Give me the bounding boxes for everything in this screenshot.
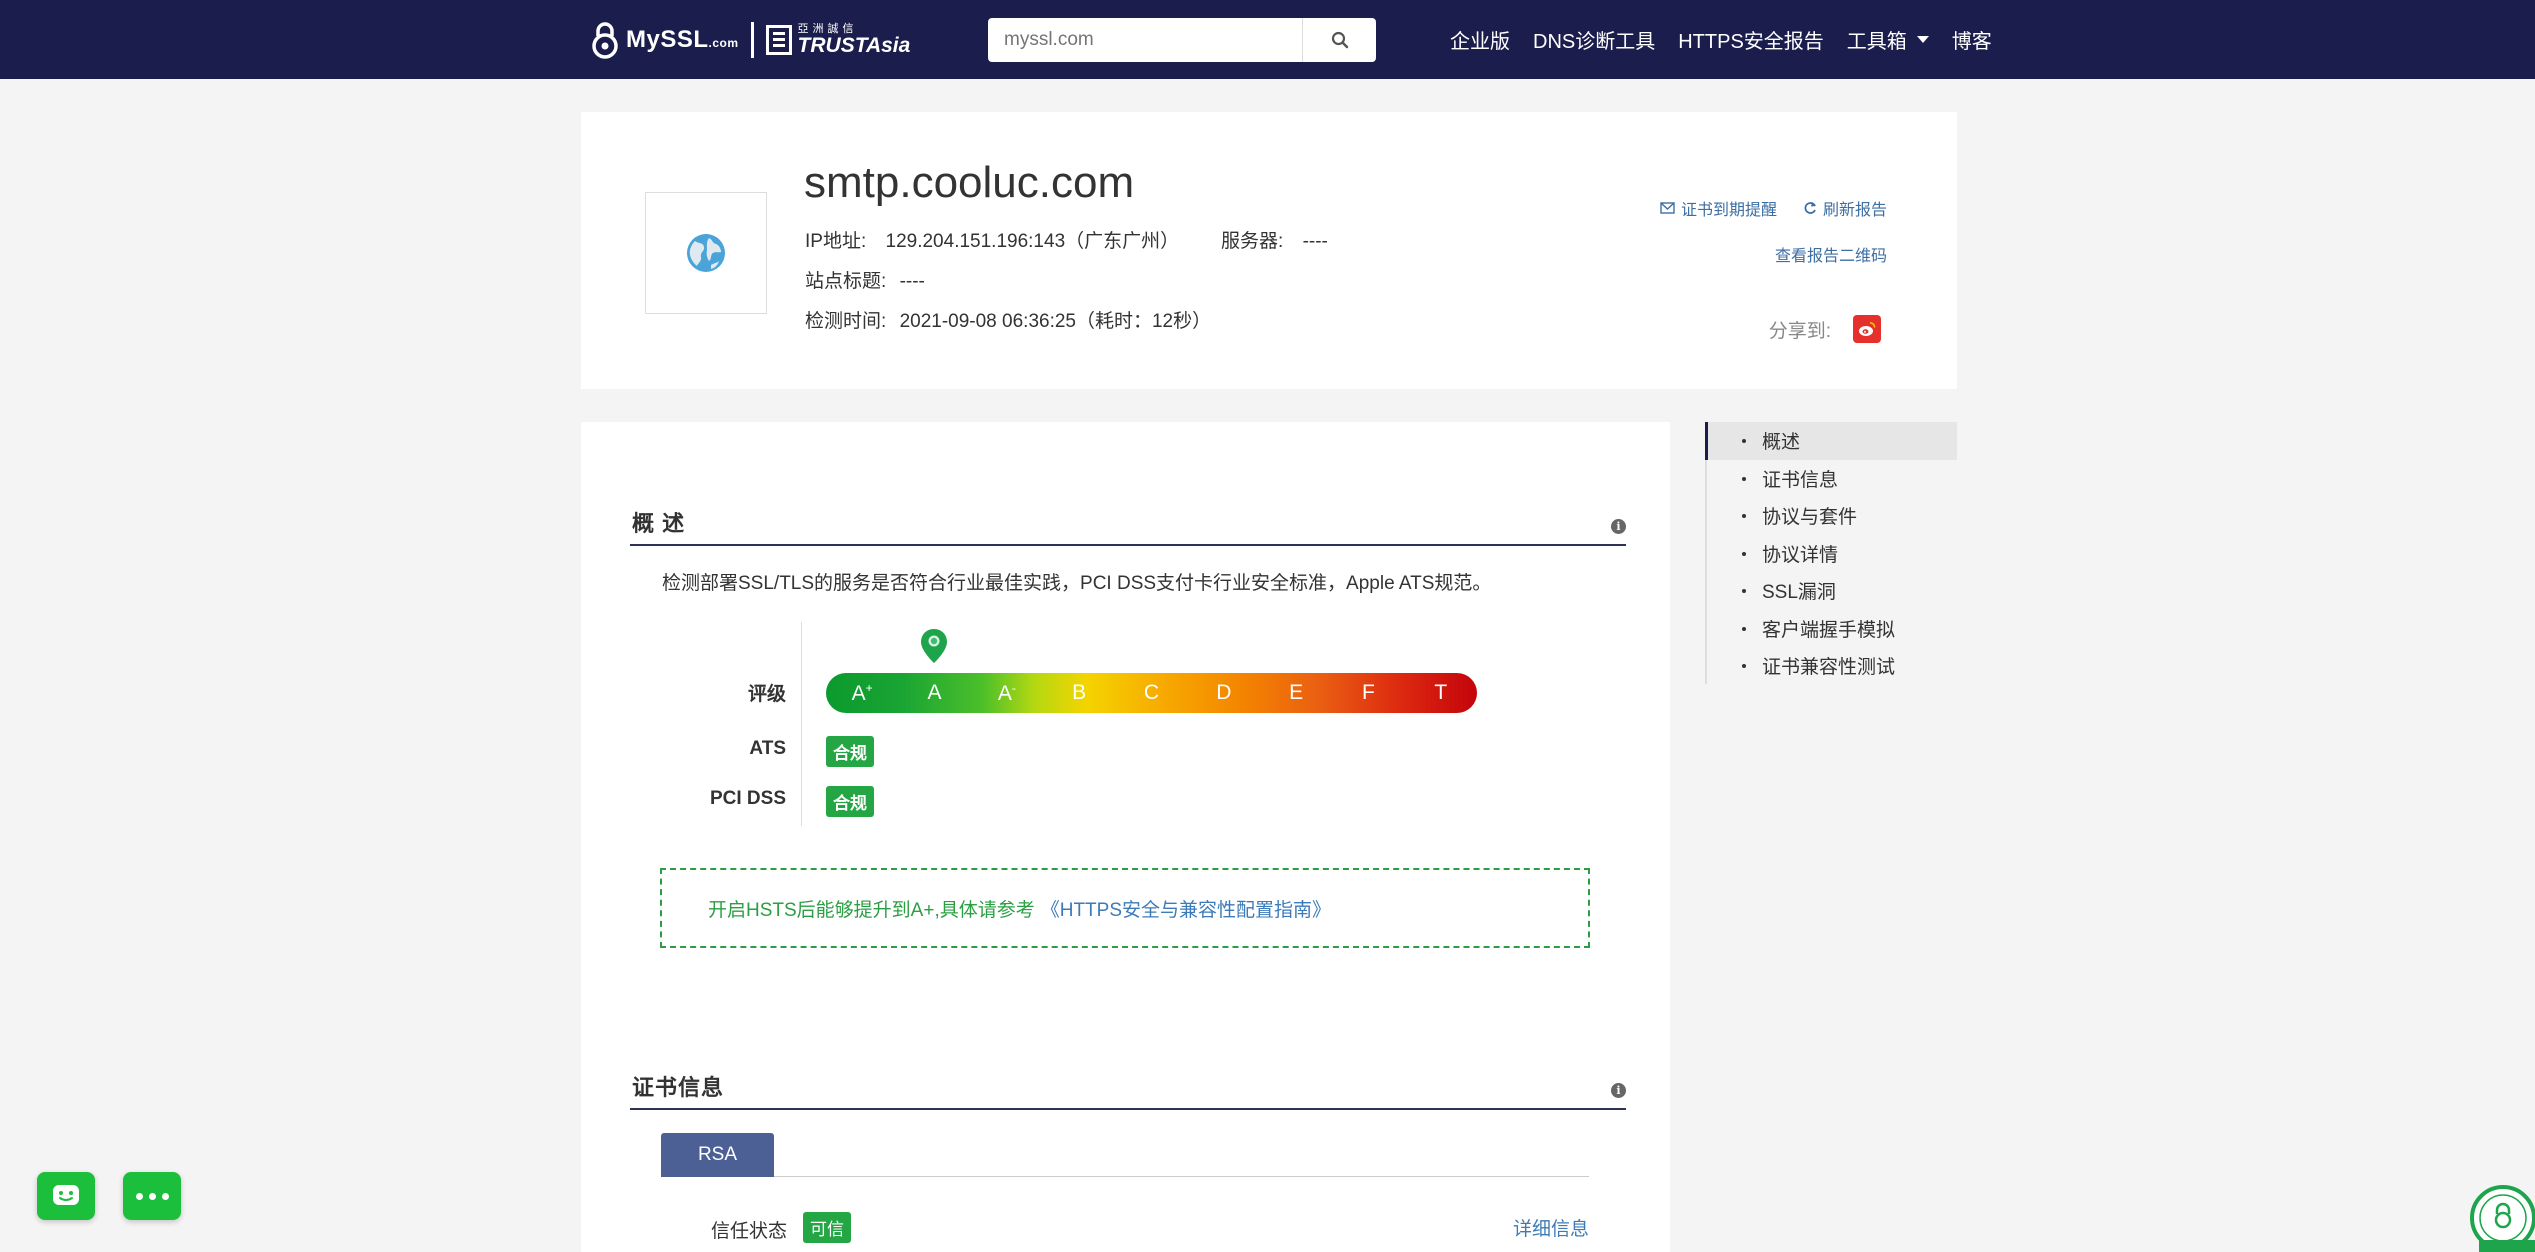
sidebar-item-cert-compat[interactable]: 证书兼容性测试 [1707, 647, 1957, 685]
chat-bot-button[interactable] [37, 1172, 95, 1220]
more-options-button[interactable] [123, 1172, 181, 1220]
overview-description: 检测部署SSL/TLS的服务是否符合行业最佳实践，PCI DSS支付卡行业安全标… [662, 573, 1492, 594]
dot-icon [161, 1192, 169, 1200]
config-guide-link[interactable]: 《HTTPS安全与兼容性配置指南》 [1041, 895, 1331, 922]
hsts-tip-text: 开启HSTS后能够提升到A+,具体请参考 [708, 899, 1035, 921]
weibo-share-button[interactable] [1853, 315, 1881, 343]
refresh-report-link[interactable]: 刷新报告 [1803, 196, 1887, 220]
grade-t: T [1434, 681, 1448, 704]
top-navbar: MySSL.com 亞洲誠信 TRUSTAsia 企业版 DNS诊断工具 HTT… [0, 0, 2535, 79]
trustasia-icon [765, 25, 792, 55]
info-icon[interactable]: i [1611, 519, 1626, 534]
menu-blog[interactable]: 博客 [1952, 25, 1992, 54]
site-title-row: 站点标题: ---- [805, 266, 925, 293]
overview-title: 概 述 [632, 511, 686, 536]
security-seal[interactable] [2469, 1180, 2535, 1252]
grade-a: A [927, 681, 942, 704]
tab-rsa[interactable]: RSA [661, 1133, 774, 1177]
menu-toolbox[interactable]: 工具箱 [1847, 25, 1929, 54]
grade-b: B [1072, 681, 1087, 704]
sidebar-item-client-handshake[interactable]: 客户端握手模拟 [1707, 610, 1957, 648]
sidebar-item-overview[interactable]: 概述 [1705, 422, 1957, 460]
grade-c: C [1143, 681, 1160, 704]
search-box [988, 18, 1376, 62]
grade-label: 评级 [747, 684, 786, 705]
search-input[interactable] [988, 18, 1302, 62]
menu-dns-tool[interactable]: DNS诊断工具 [1533, 25, 1655, 54]
logo-divider [750, 22, 754, 58]
sidebar-item-protocol-details[interactable]: 协议详情 [1707, 535, 1957, 573]
trust-status-label: 信任状态 [710, 1221, 787, 1242]
ats-label: ATS [749, 738, 786, 759]
rating-divider [801, 622, 802, 826]
server-row: 服务器: ---- [1221, 226, 1328, 253]
hsts-tip-box: 开启HSTS后能够提升到A+,具体请参考 《HTTPS安全与兼容性配置指南》 [660, 868, 1590, 948]
sidebar-item-ssl-vulns[interactable]: SSL漏洞 [1707, 572, 1957, 610]
ats-status-badge: 合规 [826, 736, 874, 767]
server-value: ---- [1302, 231, 1328, 252]
cert-details-link[interactable]: 详细信息 [1513, 1214, 1589, 1241]
trustasia-logo: 亞洲誠信 TRUSTAsia [765, 24, 911, 57]
qr-code-link[interactable]: 查看报告二维码 [1775, 242, 1887, 266]
menu-toolbox-label: 工具箱 [1846, 31, 1907, 53]
dot-icon [148, 1192, 156, 1200]
refresh-report-label: 刷新报告 [1822, 202, 1887, 219]
sidebar-item-protocols-suites[interactable]: 协议与套件 [1707, 497, 1957, 535]
check-time-row: 检测时间: 2021-09-08 06:36:25（耗时：12秒） [805, 306, 1211, 333]
pci-dss-label: PCI DSS [709, 788, 786, 809]
cert-reminder-label: 证书到期提醒 [1680, 202, 1777, 219]
security-seal-icon [2470, 1185, 2535, 1252]
cert-expiry-reminder-link[interactable]: 证书到期提醒 [1660, 196, 1777, 220]
logo-text: MySSL.com [626, 26, 739, 53]
smiley-chat-icon [53, 1185, 79, 1205]
lock-logo-icon [592, 22, 618, 59]
site-title-label: 站点标题: [805, 271, 887, 292]
main-menu: 企业版 DNS诊断工具 HTTPS安全报告 工具箱 博客 [1450, 0, 2015, 79]
report-domain: smtp.cooluc.com [804, 158, 1135, 207]
grade-marker-pin-icon [921, 629, 947, 663]
ip-label: IP地址: [805, 231, 867, 252]
dot-icon [135, 1192, 143, 1200]
ip-value: 129.204.151.196:143（广东广州） [885, 231, 1180, 252]
report-main-card: 概 述 i 检测部署SSL/TLS的服务是否符合行业最佳实践，PCI DSS支付… [581, 422, 1670, 1252]
grade-a-plus: A+ [851, 680, 873, 705]
search-icon [1331, 31, 1348, 49]
ip-row: IP地址: 129.204.151.196:143（广东广州） [805, 226, 1179, 253]
share-bar: 分享到: [1769, 315, 1881, 343]
pci-dss-status-badge: 合规 [826, 786, 874, 817]
cert-info-header: 证书信息 i [630, 1066, 1626, 1110]
cert-tabs: RSA [661, 1133, 1589, 1177]
share-label: 分享到: [1768, 320, 1831, 342]
search-button[interactable] [1302, 18, 1376, 62]
check-time-value: 2021-09-08 06:36:25（耗时：12秒） [899, 311, 1212, 332]
site-title-value: ---- [899, 271, 925, 292]
weibo-icon [1859, 322, 1876, 336]
chevron-down-icon [1916, 36, 1929, 43]
trustasia-en: TRUSTAsia [797, 34, 911, 57]
site-logo[interactable]: MySSL.com 亞洲誠信 TRUSTAsia [590, 18, 910, 62]
overview-header: 概 述 i [630, 502, 1626, 546]
grade-f: F [1362, 681, 1375, 704]
report-header-card: smtp.cooluc.com IP地址: 129.204.151.196:14… [581, 112, 1957, 389]
menu-https-report[interactable]: HTTPS安全报告 [1678, 25, 1824, 54]
grade-scale: A+ A A- B C D E F T [826, 673, 1477, 713]
site-favicon [645, 192, 767, 314]
report-sidebar-nav: 概述 证书信息 协议与套件 协议详情 SSL漏洞 客户端握手模拟 证书兼容性测试 [1705, 422, 1957, 684]
globe-icon [687, 234, 725, 272]
trust-status-badge: 可信 [803, 1212, 851, 1243]
sidebar-item-cert-info[interactable]: 证书信息 [1707, 460, 1957, 498]
check-time-label: 检测时间: [805, 311, 887, 332]
grade-e: E [1289, 681, 1304, 704]
menu-enterprise[interactable]: 企业版 [1450, 25, 1510, 54]
mail-icon [1660, 202, 1675, 214]
grade-a-minus: A- [997, 680, 1016, 705]
refresh-icon [1804, 202, 1816, 214]
server-label: 服务器: [1221, 231, 1284, 252]
cert-info-title: 证书信息 [632, 1075, 725, 1100]
grade-d: D [1216, 681, 1232, 704]
info-icon[interactable]: i [1611, 1083, 1626, 1098]
report-actions: 证书到期提醒 刷新报告 查看报告二维码 [1634, 196, 1887, 288]
